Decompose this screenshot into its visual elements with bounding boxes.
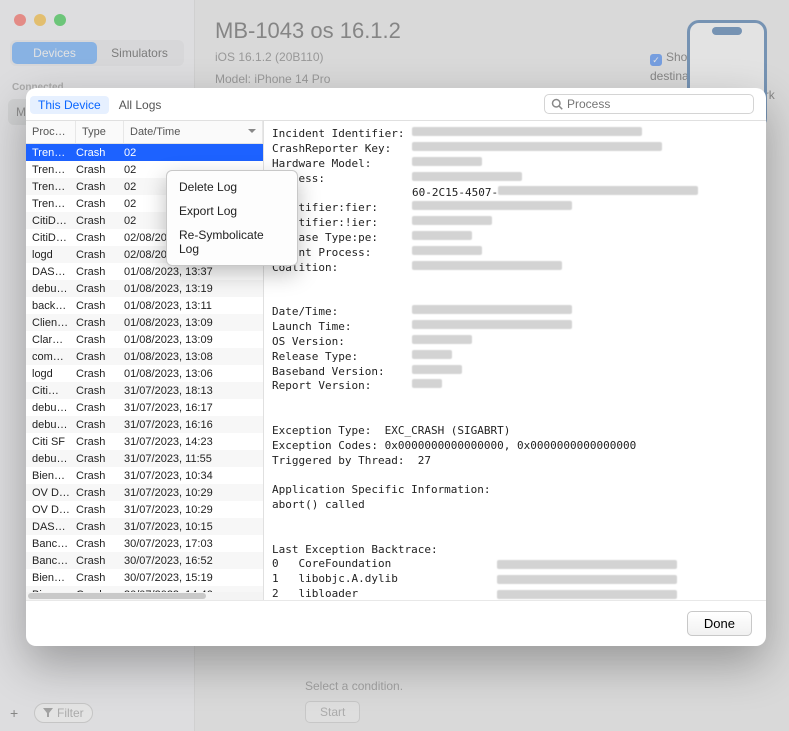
search-input[interactable] bbox=[567, 97, 747, 111]
ctx-resymbolicate-log[interactable]: Re-Symbolicate Log bbox=[167, 223, 297, 261]
table-row[interactable]: Bien…Crash30/07/2023, 15:19 bbox=[26, 569, 263, 586]
tab-this-device[interactable]: This Device bbox=[30, 96, 109, 114]
table-row[interactable]: OV D…Crash31/07/2023, 10:29 bbox=[26, 501, 263, 518]
log-table-header[interactable]: Proc… Type Date/Time bbox=[26, 121, 263, 144]
done-button[interactable]: Done bbox=[687, 611, 752, 636]
crash-detail[interactable]: Incident Identifier:CrashReporter Key:Ha… bbox=[264, 121, 766, 600]
table-row[interactable]: Citi…Crash31/07/2023, 18:13 bbox=[26, 382, 263, 399]
table-row[interactable]: Citi SFCrash31/07/2023, 14:23 bbox=[26, 433, 263, 450]
table-row[interactable]: Clien…Crash01/08/2023, 13:09 bbox=[26, 314, 263, 331]
h-scrollbar[interactable] bbox=[26, 592, 263, 600]
context-menu: Delete Log Export Log Re-Symbolicate Log bbox=[166, 170, 298, 266]
table-row[interactable]: Clar…Crash01/08/2023, 13:09 bbox=[26, 331, 263, 348]
table-row[interactable]: debu…Crash31/07/2023, 16:16 bbox=[26, 416, 263, 433]
col-process[interactable]: Proc… bbox=[26, 121, 76, 143]
col-date[interactable]: Date/Time bbox=[124, 121, 263, 143]
table-row[interactable]: Tren…Crash02 bbox=[26, 144, 263, 161]
search-icon bbox=[551, 98, 563, 110]
col-type[interactable]: Type bbox=[76, 121, 124, 143]
table-row[interactable]: OV D…Crash31/07/2023, 10:29 bbox=[26, 484, 263, 501]
search-field[interactable] bbox=[544, 94, 754, 114]
table-row[interactable]: Bien…Crash31/07/2023, 10:34 bbox=[26, 467, 263, 484]
device-logs-sheet: This Device All Logs Proc… Type Date/Tim… bbox=[26, 88, 766, 646]
table-row[interactable]: debu…Crash31/07/2023, 11:55 bbox=[26, 450, 263, 467]
table-row[interactable]: Banc…Crash30/07/2023, 17:03 bbox=[26, 535, 263, 552]
table-row[interactable]: logdCrash01/08/2023, 13:06 bbox=[26, 365, 263, 382]
table-row[interactable]: com…Crash01/08/2023, 13:08 bbox=[26, 348, 263, 365]
table-row[interactable]: debu…Crash31/07/2023, 16:17 bbox=[26, 399, 263, 416]
table-row[interactable]: back…Crash01/08/2023, 13:11 bbox=[26, 297, 263, 314]
table-row[interactable]: Banc…Crash30/07/2023, 16:52 bbox=[26, 552, 263, 569]
ctx-delete-log[interactable]: Delete Log bbox=[167, 175, 297, 199]
tab-all-logs[interactable]: All Logs bbox=[119, 98, 162, 112]
table-row[interactable]: debu…Crash01/08/2023, 13:19 bbox=[26, 280, 263, 297]
ctx-export-log[interactable]: Export Log bbox=[167, 199, 297, 223]
table-row[interactable]: DAS…Crash31/07/2023, 10:15 bbox=[26, 518, 263, 535]
